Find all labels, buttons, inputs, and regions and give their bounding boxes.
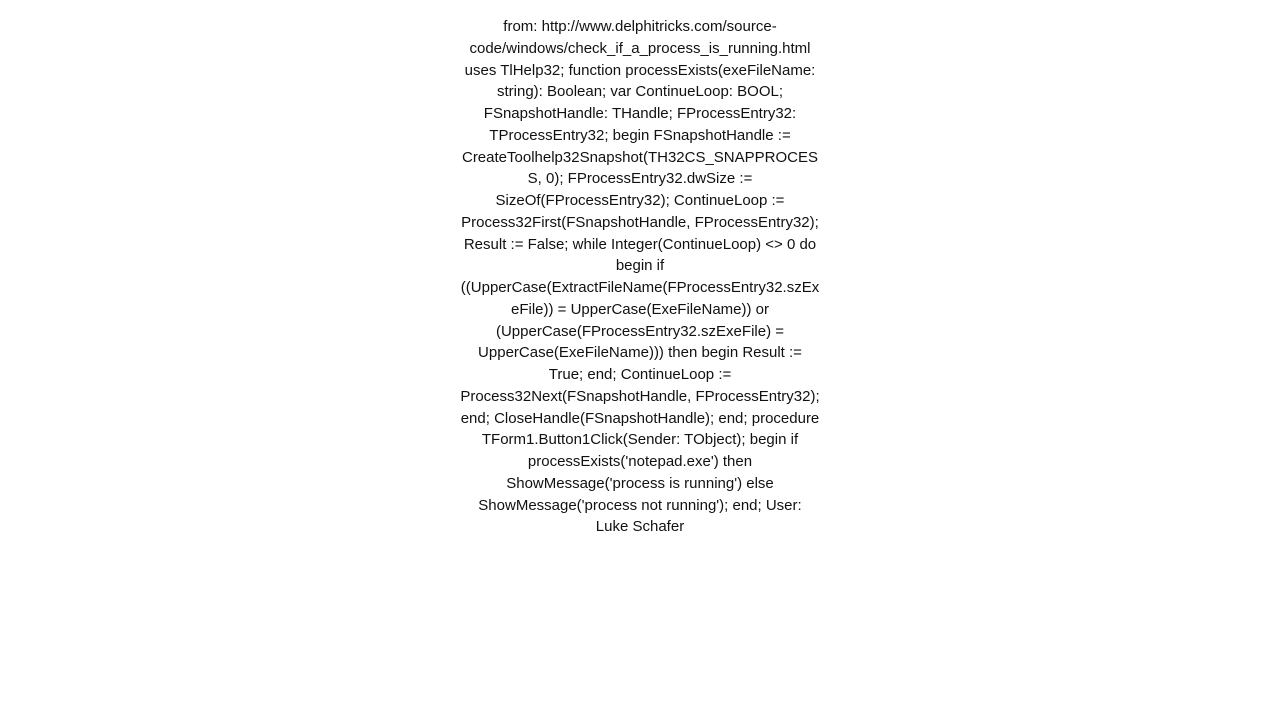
code-snippet-block: from: http://www.delphitricks.com/source… [460,16,820,538]
code-text: from: http://www.delphitricks.com/source… [460,18,819,535]
